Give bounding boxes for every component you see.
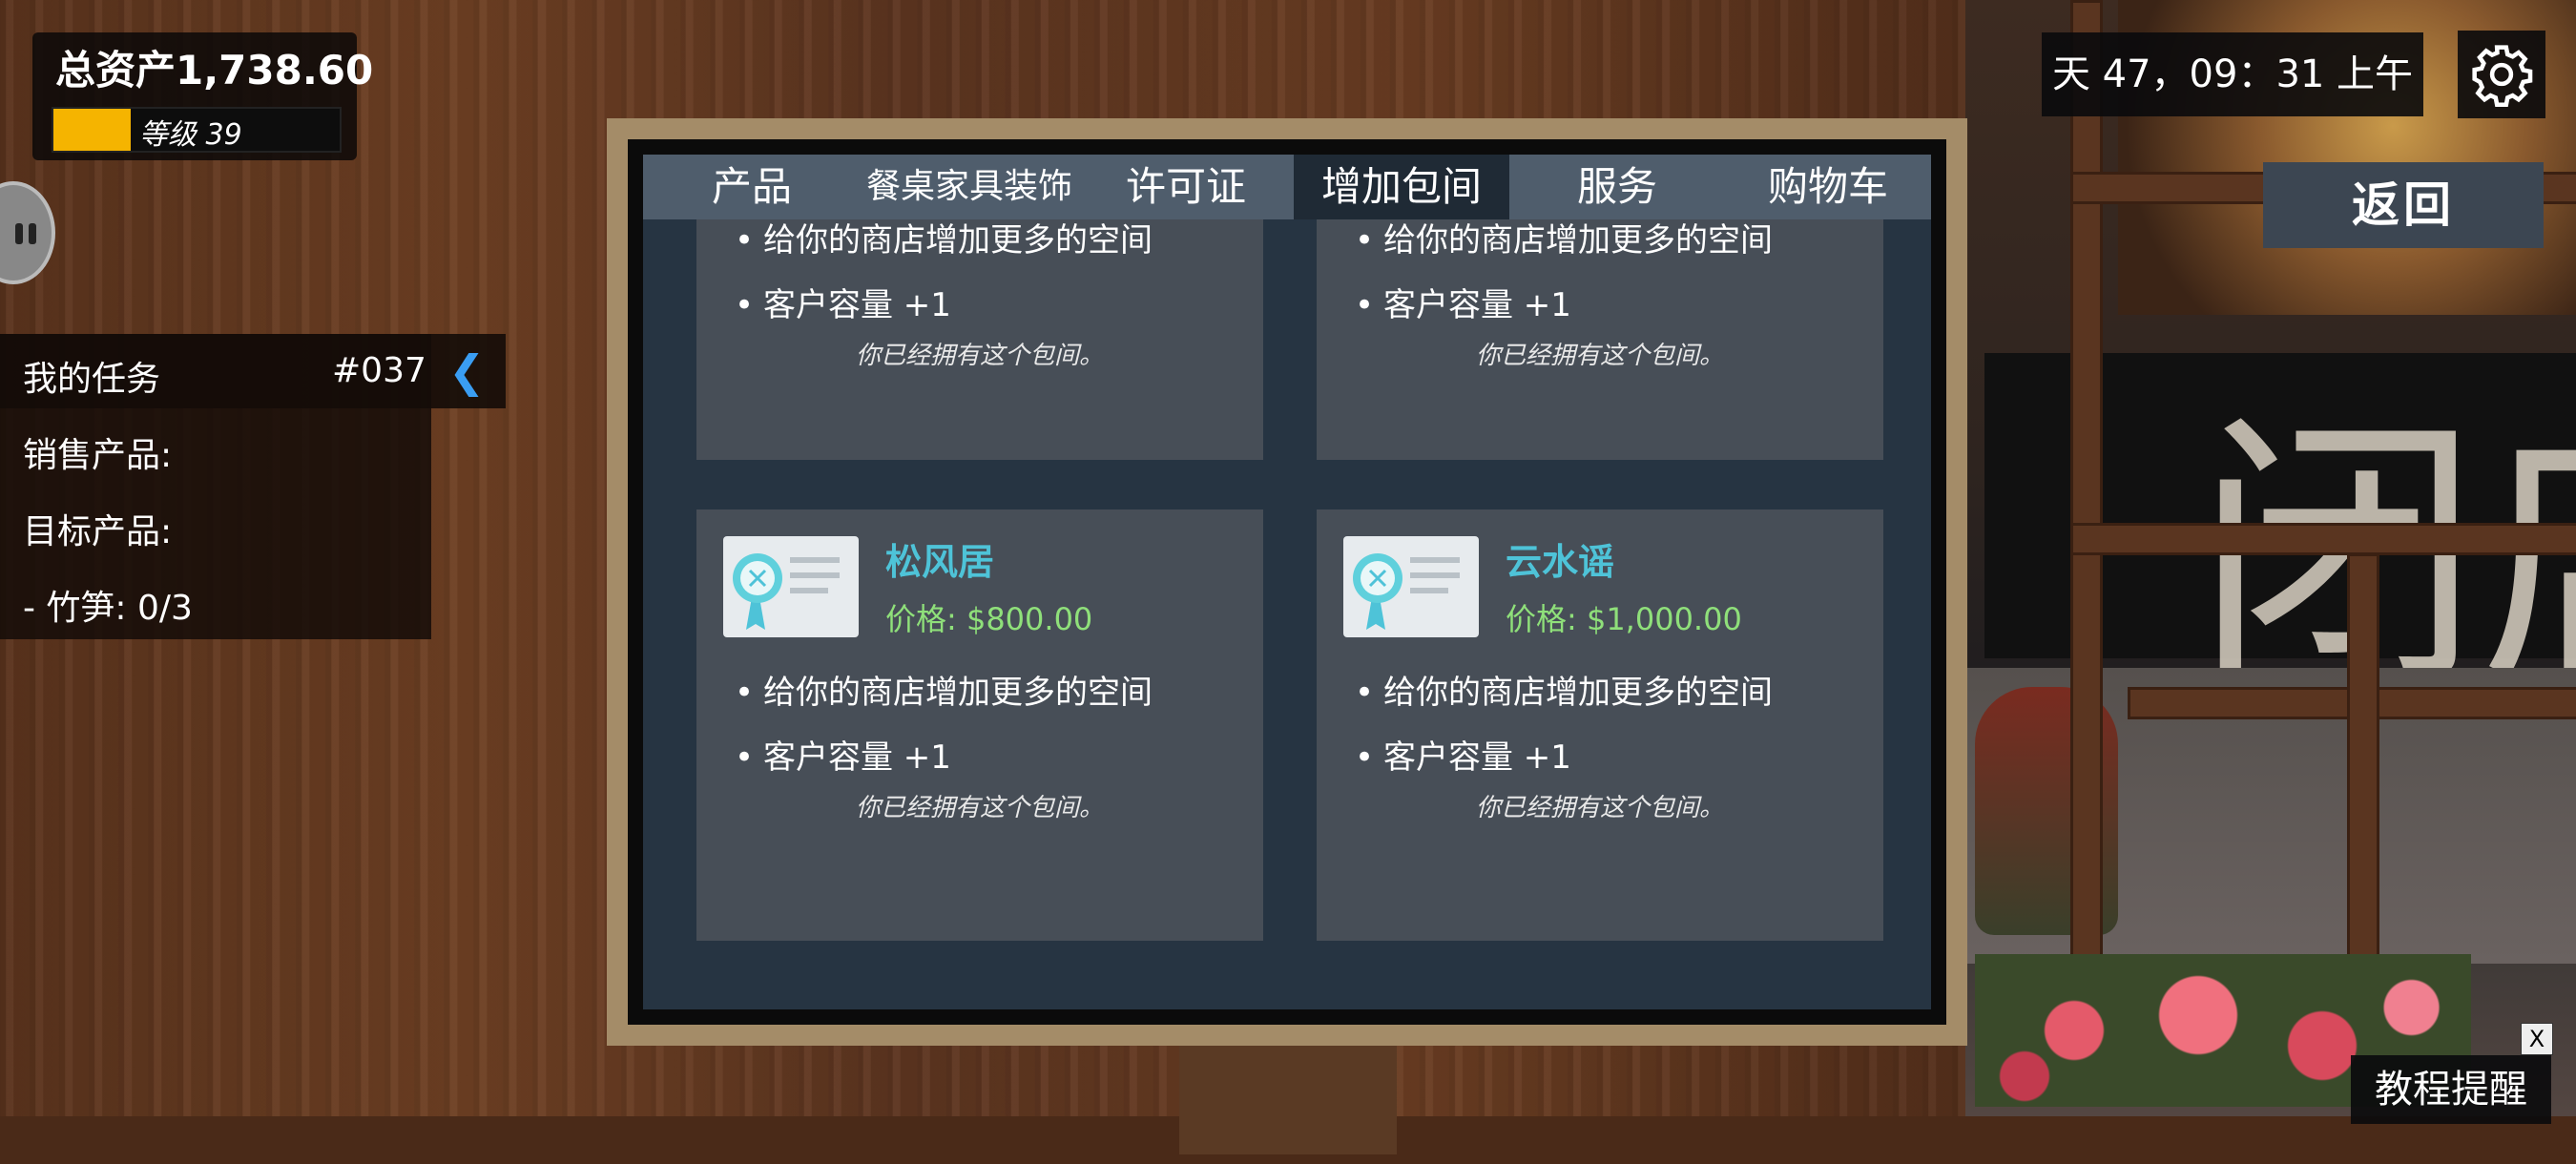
room-owned-note: 你已经拥有这个包间。 (1475, 342, 1724, 370)
room-feature: • 给你的商店增加更多的空间 (1355, 674, 1773, 712)
shop-screen: 产品 餐桌家具装饰 许可证 增加包间 服务 购物车 • 给你的商店增加更多的空间 … (643, 155, 1931, 1009)
tab-furniture-decor[interactable]: 餐桌家具装饰 (861, 155, 1078, 219)
room-owned-note: 你已经拥有这个包间。 (1475, 794, 1724, 822)
level-progress-fill (53, 109, 131, 151)
room-feature: • 给你的商店增加更多的空间 (1355, 221, 1773, 260)
task-number: #037 (332, 351, 426, 390)
assistant-robot-icon[interactable] (0, 181, 55, 284)
back-button[interactable]: 返回 (2263, 162, 2544, 248)
task-target-item: - 竹笋: 0/3 (23, 589, 193, 628)
certificate-icon (723, 536, 859, 637)
game-clock: 天 47，09：31 上午 (2042, 32, 2423, 116)
room-feature: • 给你的商店增加更多的空间 (735, 221, 1153, 260)
room-card[interactable]: 云水谣 价格: $1,000.00 • 给你的商店增加更多的空间 • 客户容量 +1… (1317, 509, 1883, 941)
task-sell-label: 销售产品: (23, 436, 173, 475)
task-header: 我的任务 #037 ❮ (0, 334, 506, 408)
chevron-left-icon[interactable]: ❮ (448, 349, 492, 393)
room-owned-note: 你已经拥有这个包间。 (855, 794, 1104, 822)
tutorial-reminder-button[interactable]: 教程提醒 (2351, 1055, 2551, 1124)
level-bar: 等级 39 (52, 107, 342, 153)
room-feature: • 客户容量 +1 (1355, 286, 1571, 324)
task-panel: 我的任务 #037 ❮ 销售产品: 目标产品: - 竹笋: 0/3 (0, 334, 506, 639)
settings-button[interactable] (2458, 31, 2545, 118)
room-feature: • 客户容量 +1 (1355, 738, 1571, 777)
room-name: 云水谣 (1506, 541, 1615, 583)
room-price: 价格: $800.00 (885, 601, 1093, 637)
task-target-label: 目标产品: (23, 512, 173, 551)
room-card[interactable]: 松风居 价格: $800.00 • 给你的商店增加更多的空间 • 客户容量 +1 你… (696, 509, 1263, 941)
shop-monitor: 产品 餐桌家具装饰 许可证 增加包间 服务 购物车 • 给你的商店增加更多的空间 … (607, 118, 1967, 1046)
total-assets: 总资产1,738.60 (55, 47, 374, 94)
task-title: 我的任务 (23, 360, 161, 399)
room-name: 松风居 (885, 541, 995, 583)
tab-add-rooms[interactable]: 增加包间 (1294, 155, 1509, 219)
room-feature: • 客户容量 +1 (735, 286, 951, 324)
tab-licenses[interactable]: 许可证 (1078, 155, 1294, 219)
assets-panel: 总资产1,738.60 等级 39 (32, 32, 373, 160)
room-owned-note: 你已经拥有这个包间。 (855, 342, 1104, 370)
tab-products[interactable]: 产品 (643, 155, 861, 219)
monitor-stand (1179, 1040, 1397, 1154)
tutorial-close-button[interactable]: X (2521, 1023, 2553, 1055)
gear-icon (2472, 45, 2533, 107)
level-label: 等级 39 (139, 118, 242, 152)
room-feature: • 给你的商店增加更多的空间 (735, 674, 1153, 712)
tab-cart[interactable]: 购物车 (1725, 155, 1931, 219)
tab-services[interactable]: 服务 (1509, 155, 1725, 219)
room-feature: • 客户容量 +1 (735, 738, 951, 777)
room-price: 价格: $1,000.00 (1506, 601, 1742, 637)
lattice-frame (2070, 523, 2576, 555)
monitor-bezel: 产品 餐桌家具装饰 许可证 增加包间 服务 购物车 • 给你的商店增加更多的空间 … (628, 139, 1946, 1025)
shop-tab-bar: 产品 餐桌家具装饰 许可证 增加包间 服务 购物车 (643, 155, 1931, 219)
certificate-icon (1343, 536, 1479, 637)
